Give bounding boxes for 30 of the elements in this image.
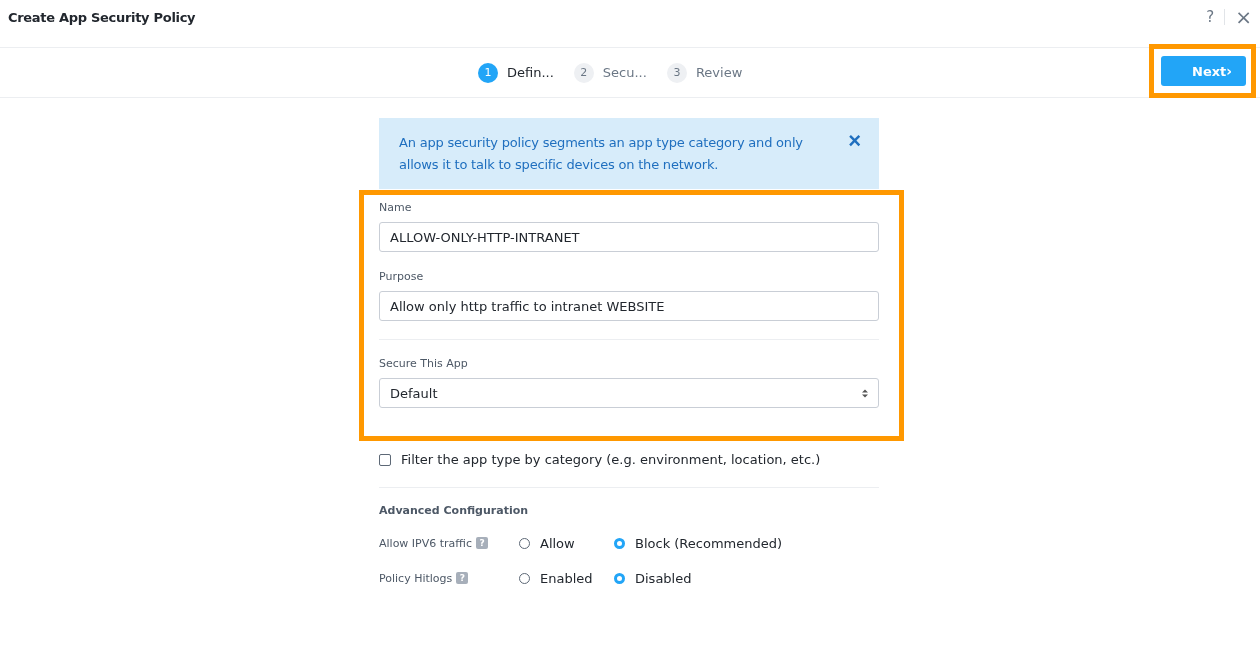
step-number: 3 xyxy=(666,62,687,83)
sort-arrows-icon xyxy=(862,388,868,398)
section-title: Advanced Configuration xyxy=(379,504,530,517)
radio-label: Allow xyxy=(540,535,575,551)
step-label[interactable]: Secu... xyxy=(602,65,647,80)
close-button[interactable]: × xyxy=(848,132,861,150)
next-button[interactable]: Next› xyxy=(1161,56,1246,86)
radio-label: Block (Recommended) xyxy=(635,535,783,551)
setting-label: Allow IPV6 traffic xyxy=(379,536,473,550)
field-label: Name xyxy=(379,201,413,214)
close-button[interactable]: × xyxy=(1235,8,1252,26)
step-label[interactable]: Review xyxy=(695,65,743,80)
radio-label: Enabled xyxy=(540,570,593,586)
radio-label: Disabled xyxy=(635,570,692,586)
step-number: 1 xyxy=(478,62,498,83)
step-label[interactable]: Defin... xyxy=(507,65,554,80)
field-label: Purpose xyxy=(379,270,425,283)
dialog-title: Create App Security Policy xyxy=(7,9,196,25)
radio-button[interactable] xyxy=(614,537,625,549)
help-button[interactable]: ? xyxy=(1206,8,1215,26)
radio-button[interactable] xyxy=(614,572,625,584)
text-field[interactable]: Allow only http traffic to intranet WEBSITE xyxy=(379,291,879,321)
step-number: 2 xyxy=(573,62,594,83)
checkbox-label: Filter the app type by category (e.g. environment, location, etc.) xyxy=(401,452,821,467)
checkbox[interactable] xyxy=(379,453,391,466)
field-label: Secure This App xyxy=(379,357,469,370)
setting-label: Policy Hitlogs xyxy=(379,571,453,585)
info-text: An app security policy segments an app type category and only allows it to talk to specific devices on the network. xyxy=(399,134,804,174)
select-field[interactable]: Default xyxy=(379,378,879,408)
text-field[interactable]: ALLOW-ONLY-HTTP-INTRANET xyxy=(379,222,879,252)
